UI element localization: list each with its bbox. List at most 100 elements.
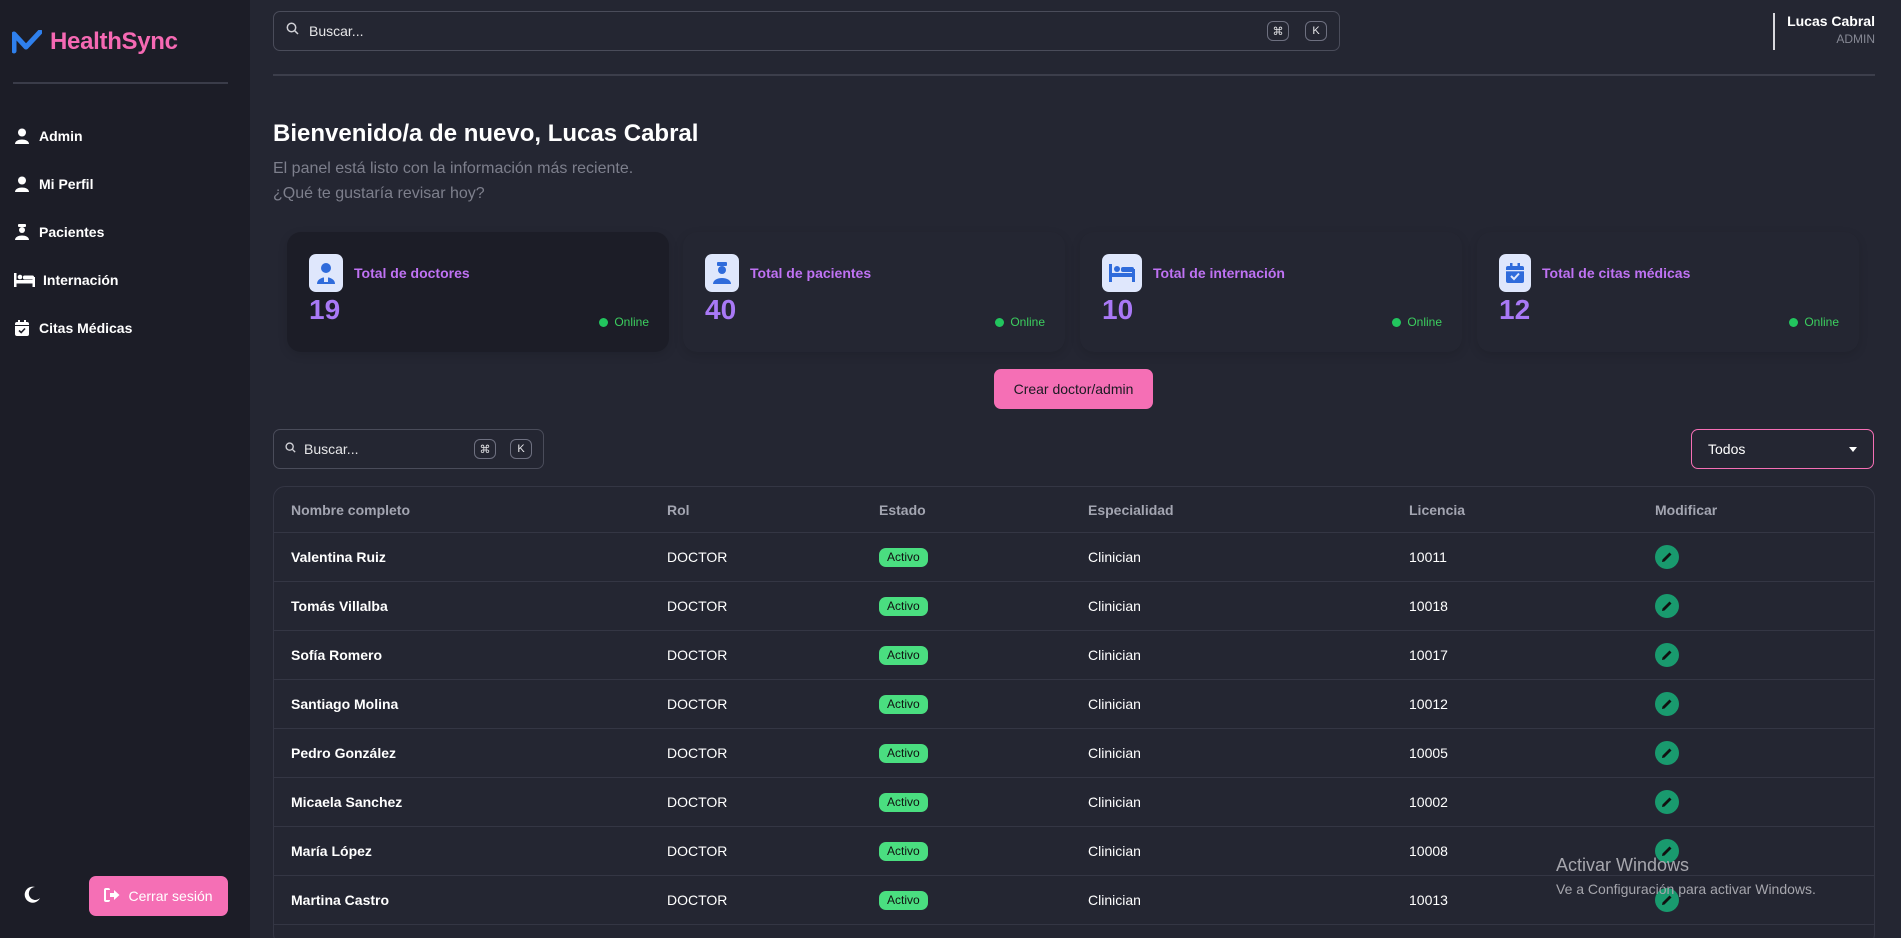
cell-role: DOCTOR <box>667 647 728 663</box>
status-badge: Activo <box>879 596 928 616</box>
cell-license: 10011 <box>1409 549 1447 565</box>
user-icon <box>13 127 31 145</box>
cell-status: Activo <box>879 729 928 777</box>
stat-card-doctors[interactable]: Total de doctores 19 Online <box>287 232 669 352</box>
cell-specialty: Clinician <box>1088 794 1141 810</box>
cell-full-name: Sofía Romero <box>291 647 383 663</box>
cell-license: 10002 <box>1409 794 1448 810</box>
edit-button[interactable] <box>1655 594 1679 618</box>
status-text: Online <box>614 315 649 329</box>
calendar-check-icon <box>13 319 31 337</box>
patient-icon <box>705 254 739 292</box>
cell-license: 10005 <box>1409 745 1448 761</box>
header-divider <box>273 74 1875 76</box>
status-badge: Activo <box>879 743 928 763</box>
cell-role: DOCTOR <box>667 794 728 810</box>
moon-icon[interactable] <box>22 885 42 910</box>
edit-button[interactable] <box>1655 643 1679 667</box>
cell-specialty: Clinician <box>1088 892 1141 908</box>
table-row: Santiago Molina DOCTOR Activo Clinician 1001… <box>274 680 1874 729</box>
create-doctor-admin-button[interactable]: Crear doctor/admin <box>994 369 1153 409</box>
column-header[interactable]: Especialidad <box>1088 487 1174 532</box>
logout-button[interactable]: Cerrar sesión <box>89 876 228 916</box>
watermark-subtitle: Ve a Configuración para activar Windows. <box>1556 881 1816 897</box>
column-header[interactable]: Rol <box>667 487 690 532</box>
sidebar-item-admin[interactable]: Admin <box>13 112 132 160</box>
bed-icon <box>13 271 35 289</box>
cell-role: DOCTOR <box>667 892 728 908</box>
table-row: Micaela Sanchez DOCTOR Activo Clinician 1000… <box>274 778 1874 827</box>
pencil-icon <box>1662 601 1672 611</box>
edit-button[interactable] <box>1655 545 1679 569</box>
stat-label: Total de doctores <box>354 265 470 281</box>
stat-card-hospitalization[interactable]: Total de internación 10 Online <box>1080 232 1462 352</box>
k-key-badge: K <box>1305 21 1327 41</box>
online-dot <box>599 317 609 327</box>
edit-button[interactable] <box>1655 741 1679 765</box>
table-row: Sofía Romero DOCTOR Activo Clinician 10017 <box>274 631 1874 680</box>
table-search-field[interactable]: Buscar... ⌘ K <box>273 429 544 469</box>
calendar-check-icon <box>1499 254 1531 292</box>
windows-activation-watermark: Activar Windows Ve a Configuración para … <box>1556 855 1816 897</box>
sidebar-item-mi-perfil[interactable]: Mi Perfil <box>13 160 132 208</box>
status-badge: Activo <box>879 694 928 714</box>
cell-status: Activo <box>879 876 928 924</box>
column-header[interactable]: Estado <box>879 487 926 532</box>
cell-license: 10013 <box>1409 892 1448 908</box>
cell-full-name: Santiago Molina <box>291 696 399 712</box>
table-header-row: Nombre completo Rol Estado Especialidad … <box>274 487 1874 533</box>
pencil-icon <box>1662 797 1672 807</box>
stat-value: 19 <box>309 294 341 325</box>
app-logo[interactable]: HealthSync <box>12 28 178 56</box>
patient-icon <box>13 223 31 241</box>
cell-full-name: Tomás Villalba <box>291 598 388 614</box>
stat-value: 40 <box>705 294 737 325</box>
online-status: Online <box>1789 315 1839 329</box>
cell-status: Activo <box>879 778 928 826</box>
column-header[interactable]: Nombre completo <box>291 487 410 532</box>
edit-button[interactable] <box>1655 790 1679 814</box>
global-search-field[interactable]: Buscar... ⌘ K <box>273 11 1340 51</box>
page-subtitle: El panel está listo con la información m… <box>273 156 873 206</box>
edit-button[interactable] <box>1655 692 1679 716</box>
stat-card-appointments[interactable]: Total de citas médicas 12 Online <box>1477 232 1859 352</box>
online-status: Online <box>599 315 649 329</box>
logo-icon <box>12 30 42 54</box>
cell-role: DOCTOR <box>667 598 728 614</box>
sidebar-item-internacion[interactable]: Internación <box>13 256 132 304</box>
cell-modify <box>1655 533 1679 581</box>
status-text: Online <box>1010 315 1045 329</box>
cell-role: DOCTOR <box>667 745 728 761</box>
sidebar: HealthSync Admin Mi Perfil Pacientes Int… <box>0 0 250 938</box>
cell-specialty: Clinician <box>1088 696 1141 712</box>
cell-license: 10008 <box>1409 843 1448 859</box>
role-filter-select[interactable]: Todos <box>1691 429 1874 469</box>
online-status: Online <box>995 315 1045 329</box>
cell-full-name: María López <box>291 843 372 859</box>
cell-specialty: Clinician <box>1088 598 1141 614</box>
status-badge: Activo <box>879 645 928 665</box>
cell-license: 10017 <box>1409 647 1448 663</box>
user-profile[interactable]: Lucas Cabral ADMIN <box>1773 13 1875 50</box>
column-header[interactable]: Licencia <box>1409 487 1465 532</box>
cell-modify <box>1655 582 1679 630</box>
search-icon <box>285 440 296 458</box>
cell-specialty: Clinician <box>1088 647 1141 663</box>
search-icon <box>286 22 299 40</box>
pencil-icon <box>1662 748 1672 758</box>
sidebar-nav: Admin Mi Perfil Pacientes Internación Ci… <box>13 112 132 352</box>
sidebar-item-citas-medicas[interactable]: Citas Médicas <box>13 304 132 352</box>
k-key-badge: K <box>510 439 532 459</box>
app-name: HealthSync <box>50 28 178 55</box>
online-dot <box>1392 317 1402 327</box>
command-key-badge: ⌘ <box>474 439 496 459</box>
command-key-badge: ⌘ <box>1267 21 1289 41</box>
page-title: Bienvenido/a de nuevo, Lucas Cabral <box>273 120 699 147</box>
status-text: Online <box>1804 315 1839 329</box>
cell-modify <box>1655 631 1679 679</box>
cell-full-name: Micaela Sanchez <box>291 794 403 810</box>
stat-label: Total de pacientes <box>750 265 872 281</box>
stat-card-patients[interactable]: Total de pacientes 40 Online <box>683 232 1065 352</box>
sidebar-item-pacientes[interactable]: Pacientes <box>13 208 132 256</box>
sidebar-item-label: Admin <box>39 128 83 144</box>
